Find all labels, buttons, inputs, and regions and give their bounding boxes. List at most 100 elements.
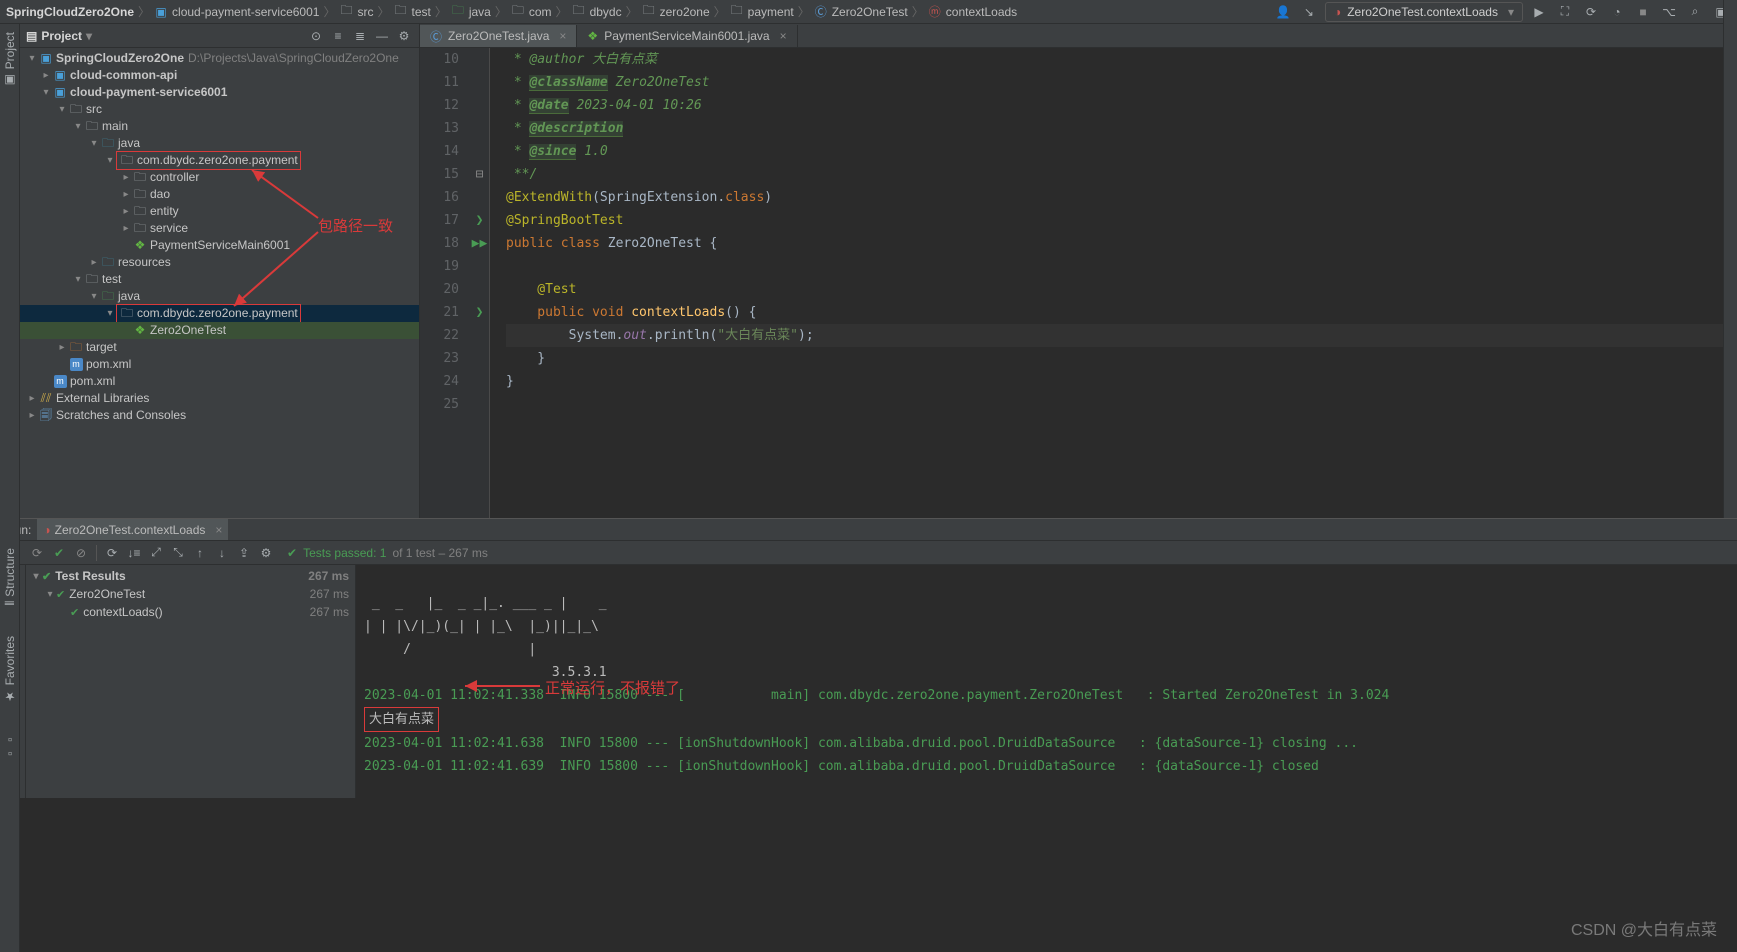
build-icon[interactable]: ↘ [1299,2,1319,22]
collapse-all-icon[interactable]: ≣ [351,27,369,45]
run-gutter-icon[interactable]: ❯ [470,301,489,324]
breadcrumb-payment[interactable]: 🗀payment [730,5,794,19]
coverage-icon[interactable]: ⟳ [1581,2,1601,22]
search-icon[interactable]: ⌕ [1685,2,1705,22]
locate-icon[interactable]: ⊙ [307,27,325,45]
run-gutter-icon[interactable]: ▶▶ [470,232,489,255]
tool-tab-favorites[interactable]: ★Favorites [3,636,17,703]
settings-icon[interactable]: ⚙ [255,542,277,564]
tree-folder[interactable]: ▾🗀test [20,271,419,288]
breadcrumb-com[interactable]: 🗀com [511,5,552,19]
breadcrumb-module[interactable]: ▣cloud-payment-service6001 [154,5,319,19]
tree-folder[interactable]: ▸🗀entity [20,203,419,220]
close-icon[interactable]: × [780,29,787,43]
tree-file[interactable]: mpom.xml [20,356,419,373]
resources-folder-icon: 🗀 [100,254,116,271]
breadcrumb-dbydc[interactable]: 🗀dbydc [572,5,622,19]
tree-folder[interactable]: ▸🗀service [20,220,419,237]
stop-icon[interactable]: ■ [1633,2,1653,22]
run-icon[interactable]: ▶ [1529,2,1549,22]
fold-icon[interactable]: ⊟ [470,163,489,186]
git-icon[interactable]: ⌥ [1659,2,1679,22]
module-icon: ▣ [52,84,68,101]
tree-module[interactable]: ▸▣cloud-common-api [20,67,419,84]
tree-folder[interactable]: ▾🗀java [20,288,419,305]
breadcrumb-src[interactable]: 🗀src [339,5,373,19]
tree-folder[interactable]: ▸🗀resources [20,254,419,271]
tree-folder[interactable]: ▾🗀java [20,135,419,152]
test-results-root[interactable]: ▾✔Test Results267 ms [26,567,355,585]
tree-package[interactable]: ▾🗀com.dbydc.zero2one.payment [20,152,419,169]
breadcrumb-project[interactable]: SpringCloudZero2One [6,5,134,19]
package-icon: 🗀 [119,305,135,322]
breadcrumb-method[interactable]: ⓜcontextLoads [928,5,1017,19]
tree-package-selected[interactable]: ▾🗀com.dbydc.zero2one.payment [20,305,419,322]
tree-folder[interactable]: ▾🗀main [20,118,419,135]
tree-module[interactable]: ▾▣cloud-payment-service6001 [20,84,419,101]
gear-icon[interactable]: ⚙ [395,27,413,45]
breadcrumb-class[interactable]: ⒸZero2OneTest [814,5,908,19]
hide-icon[interactable]: — [373,27,391,45]
maven-icon: m [70,358,83,371]
spring-boot-icon: ❖ [132,237,148,254]
project-pane-title[interactable]: ▤Project▾ [26,29,303,43]
project-tree[interactable]: ▾▣SpringCloudZero2OneD:\Projects\Java\Sp… [20,48,419,518]
run-gutter-icon[interactable]: ❯ [470,209,489,232]
star-icon: ★ [3,689,17,703]
rerun-icon[interactable]: ⟳ [101,542,123,564]
dropdown-icon: ▾ [86,29,92,43]
tree-class[interactable]: ❖PaymentServiceMain6001 [20,237,419,254]
breadcrumb-test[interactable]: 🗀test [393,5,430,19]
debug-icon[interactable]: ⛶ [1555,2,1575,22]
test-tree[interactable]: ▾✔Test Results267 ms ▾✔Zero2OneTest267 m… [26,565,356,798]
show-passed-icon[interactable]: ✔ [48,542,70,564]
user-add-icon[interactable]: 👤 [1273,2,1293,22]
history-icon[interactable]: ⟳ [26,542,48,564]
tree-folder[interactable]: ▸🗀dao [20,186,419,203]
line-number-gutter: 10111213 14151617 18192021 22232425 [420,48,470,518]
console-output[interactable]: _ _ |_ _ _|_. ___ _ | _ | | |\/|_)(_| | … [356,565,1737,798]
profile-icon[interactable]: ◔ [1607,2,1627,22]
run-tab[interactable]: ◑Zero2OneTest.contextLoads× [37,519,228,540]
test-icon: ◑ [43,523,50,537]
tree-libraries[interactable]: ▸⫽⫽External Libraries [20,390,419,407]
expand-icon[interactable]: ⤢ [145,542,167,564]
run-config-label: Zero2OneTest.contextLoads [1347,5,1498,19]
tree-class[interactable]: ❖Zero2OneTest [20,322,419,339]
collapse-icon[interactable]: ⤡ [167,542,189,564]
close-icon[interactable]: × [215,523,222,537]
test-class-node[interactable]: ▾✔Zero2OneTest267 ms [26,585,355,603]
watermark: CSDN @大白有点菜 [1571,916,1717,940]
breadcrumb-zero2one[interactable]: 🗀zero2one [642,5,710,19]
sort-icon[interactable]: ↓≡ [123,542,145,564]
tree-file[interactable]: mpom.xml [20,373,419,390]
tool-tab-structure[interactable]: ⫴Structure [3,548,17,606]
highlight-box: 大白有点菜 [364,707,439,732]
editor-tab-active[interactable]: ⒸZero2OneTest.java× [420,25,577,47]
export-icon[interactable]: ⇪ [233,542,255,564]
prev-icon[interactable]: ↑ [189,542,211,564]
tree-folder[interactable]: ▸🗀controller [20,169,419,186]
folder-icon: 🗀 [393,5,407,19]
top-toolbar: SpringCloudZero2One 〉 ▣cloud-payment-ser… [0,0,1737,24]
run-configuration-selector[interactable]: ◑ Zero2OneTest.contextLoads ▾ [1325,2,1523,22]
tool-tab-more[interactable]: ▫▫ [3,733,17,761]
project-icon: ▤ [26,29,37,43]
tree-folder[interactable]: ▾🗀src [20,101,419,118]
close-icon[interactable]: × [559,29,566,43]
editor-body[interactable]: 10111213 14151617 18192021 22232425 ⊟ ❯ … [420,48,1737,518]
folder-icon: 🗀 [511,5,525,19]
tool-tab-project[interactable]: ▣Project [3,30,17,89]
editor-tab[interactable]: ❖PaymentServiceMain6001.java× [577,25,797,47]
test-method-node[interactable]: ✔contextLoads()267 ms [26,603,355,621]
tree-folder[interactable]: ▸🗀target [20,339,419,356]
tree-root[interactable]: ▾▣SpringCloudZero2OneD:\Projects\Java\Sp… [20,50,419,67]
breadcrumb-java[interactable]: 🗀java [451,5,491,19]
expand-all-icon[interactable]: ≡ [329,27,347,45]
structure-icon: ⫴ [3,601,17,606]
code-area[interactable]: * @author 大白有点菜 * @className Zero2OneTes… [490,48,1737,518]
next-icon[interactable]: ↓ [211,542,233,564]
tree-scratches[interactable]: ▸🗐Scratches and Consoles [20,407,419,424]
source-folder-icon: 🗀 [100,135,116,152]
show-ignored-icon[interactable]: ⊘ [70,542,92,564]
